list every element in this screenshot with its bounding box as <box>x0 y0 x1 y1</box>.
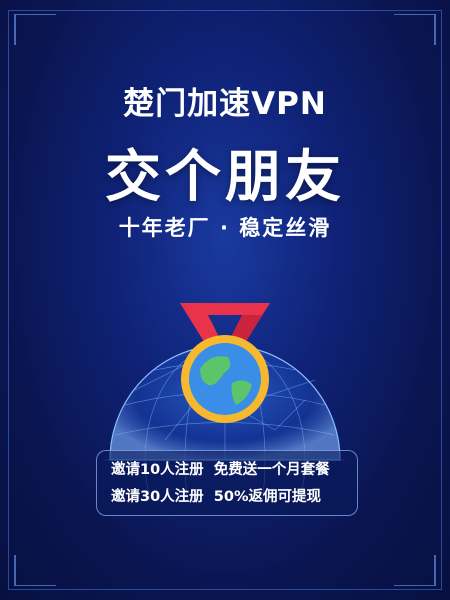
headline: 交个朋友 <box>105 145 345 210</box>
brand-title: 楚门加速VPN <box>123 86 327 122</box>
earth-icon <box>189 343 261 415</box>
offer-condition: 邀请10人注册 <box>111 462 204 478</box>
offer-row: 邀请30人注册 50%返佣可提现 <box>111 484 357 511</box>
frame-corner <box>14 14 56 45</box>
offer-row: 邀请10人注册 免费送一个月套餐 <box>111 457 357 484</box>
offer-box: 邀请10人注册 免费送一个月套餐 邀请30人注册 50%返佣可提现 <box>96 450 358 516</box>
frame-corner <box>394 555 436 586</box>
poster: 楚门加速VPN 交个朋友 十年老厂 · 稳定丝滑 邀请10人注册 免费送一个月套… <box>0 0 450 600</box>
medal-icon <box>180 303 270 423</box>
offer-reward: 50%返佣可提现 <box>213 489 322 505</box>
frame-corner <box>394 14 436 45</box>
offer-reward: 免费送一个月套餐 <box>213 462 330 478</box>
frame-corner <box>14 555 56 586</box>
tagline: 十年老厂 · 稳定丝滑 <box>118 216 332 240</box>
offer-condition: 邀请30人注册 <box>111 489 204 505</box>
